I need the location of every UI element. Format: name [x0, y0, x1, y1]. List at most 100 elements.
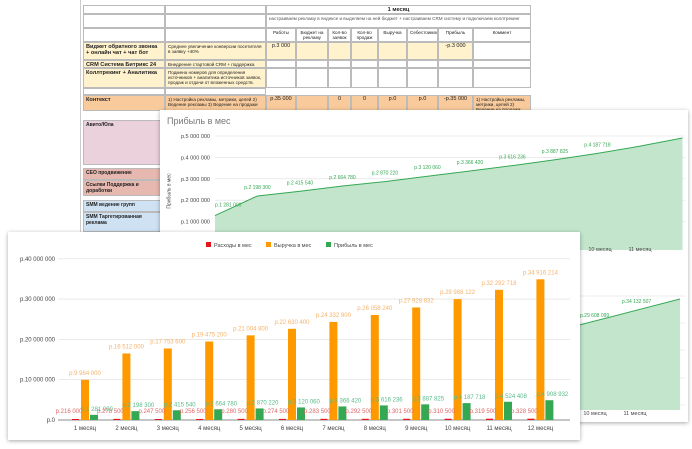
row-cell[interactable]: р.35 000 [266, 95, 296, 111]
sheet-cell[interactable] [83, 5, 165, 14]
column-header[interactable]: Себестоимость [407, 28, 438, 42]
row-cell[interactable] [438, 68, 473, 88]
row-cell[interactable] [328, 68, 351, 88]
bar-data-label: р.26 058 240 [357, 306, 393, 312]
row-cell[interactable] [351, 60, 378, 68]
x-tick-label: 5 месяц [240, 426, 263, 432]
area-data-label: р.3 887 825 [542, 149, 569, 155]
column-header[interactable]: Выручка [378, 28, 407, 42]
row-description[interactable]: Среднее увеличение конверсии посетителя … [165, 42, 266, 60]
bar-chart-card: р.0 р.10 000 000 р.20 000 000 р.30 000 000 р… [8, 232, 580, 440]
x-tick-label: 6 месяц [281, 426, 304, 432]
month-header[interactable]: 1 месяц [266, 5, 531, 14]
column-header[interactable]: Работы [266, 28, 296, 42]
row-description[interactable]: Внедрение стартовой CRM + поддержка [165, 60, 266, 68]
row-cell[interactable]: 1) Настройка рекламы, метрики, целей 2) … [473, 95, 531, 111]
legend-label: Прибыль в мес [334, 243, 373, 249]
row-cell[interactable] [438, 60, 473, 68]
bar-data-label: р.2 415 540 [164, 402, 196, 408]
row-description[interactable]: 1) Настройка рекламы, метрики, целей 2) … [165, 95, 266, 111]
row-cell[interactable] [296, 42, 328, 60]
row-cell[interactable] [473, 42, 531, 60]
row-name[interactable]: Виджет обратного звонка + онлайн чат + ч… [83, 42, 165, 60]
bar-1 [329, 321, 338, 420]
row-cell[interactable] [328, 60, 351, 68]
legend-label: Выручка в мес [274, 243, 312, 249]
bar-1 [412, 307, 421, 420]
legend-label: Расходы в мес [214, 243, 252, 249]
bar-data-label: р.319 500 [470, 409, 497, 415]
column-header[interactable]: Коммент [473, 28, 531, 42]
x-tick-label: 11 месяц [629, 247, 653, 253]
plan-text[interactable]: настраиваем рекламу в яндексе и выделяем… [266, 14, 531, 28]
sheet-cell[interactable] [83, 88, 165, 95]
area-data-label: р.3 120 060 [414, 165, 441, 171]
column-header[interactable]: Кол-во продаж [351, 28, 378, 42]
left-item[interactable]: СЕО продвижение [83, 168, 165, 180]
row-cell[interactable]: 0 [351, 95, 378, 111]
left-item[interactable]: SMM Таргетированная реклама [83, 212, 165, 232]
left-item[interactable]: Авито/Юла [83, 120, 165, 165]
bar-data-label: р.274 500 [263, 409, 290, 415]
row-cell[interactable] [473, 60, 531, 68]
sheet-cell[interactable] [165, 28, 266, 42]
row-cell[interactable] [351, 68, 378, 88]
row-cell[interactable] [266, 60, 296, 68]
sheet-cell[interactable] [83, 14, 165, 28]
row-cell[interactable] [378, 42, 407, 60]
row-cell[interactable]: р.0 [407, 95, 438, 111]
bar-data-label: р.278 500 [97, 409, 124, 415]
column-header[interactable]: Прибыль [438, 28, 473, 42]
row-cell[interactable] [266, 68, 296, 88]
sheet-cell[interactable] [83, 28, 165, 42]
row-cell[interactable] [351, 42, 378, 60]
row-cell[interactable] [378, 60, 407, 68]
left-item[interactable]: SMM ведение групп [83, 200, 165, 212]
y-tick-label: р.2 000 000 [181, 198, 210, 204]
row-cell[interactable]: -р.3 000 [438, 42, 473, 60]
row-cell[interactable] [407, 68, 438, 88]
row-cell[interactable] [328, 42, 351, 60]
bar-data-label: р.2 870 220 [247, 400, 279, 406]
row-cell[interactable]: -р.35 000 [438, 95, 473, 111]
row-cell[interactable]: 0 [328, 95, 351, 111]
row-cell[interactable] [378, 68, 407, 88]
bar-1 [246, 335, 255, 420]
area-data-label: р.3 616 236 [499, 155, 526, 161]
x-tick-label: 7 месяц [322, 426, 345, 432]
sheet-cell[interactable] [165, 88, 266, 95]
row-cell[interactable] [296, 60, 328, 68]
bar-2 [90, 414, 98, 420]
row-name[interactable]: CRM Система Битрикс 24 [83, 60, 165, 68]
sheet-cell[interactable] [165, 14, 266, 28]
row-cell[interactable] [407, 42, 438, 60]
row-cell[interactable] [296, 95, 328, 111]
row-name[interactable]: Коллтрекинг + Аналитика [83, 68, 165, 88]
row-cell[interactable] [473, 68, 531, 88]
x-tick-label: 12 месяц [528, 426, 554, 432]
row-cell[interactable]: р.0 [378, 95, 407, 111]
row-cell[interactable] [407, 60, 438, 68]
column-header[interactable]: Бюджет на рекламу [296, 28, 328, 42]
x-tick-label: 8 месяц [364, 426, 387, 432]
sheet-cell[interactable] [165, 5, 266, 14]
bar-0 [486, 418, 493, 420]
bar-1 [453, 299, 462, 420]
bar-1 [536, 279, 545, 420]
x-tick-label: 3 месяц [157, 426, 180, 432]
bar-data-label: р.32 292 718 [481, 281, 517, 287]
x-tick-label: 10 месяц [588, 247, 612, 253]
y-tick-label: р.3 000 000 [181, 177, 210, 183]
y-tick-label: р.5 000 000 [181, 134, 210, 140]
left-item[interactable]: Ссылки Поддержка и доработки [83, 180, 165, 196]
row-name[interactable]: Контекст [83, 95, 165, 111]
bar-1 [495, 289, 503, 420]
row-cell[interactable]: р.3 000 [266, 42, 296, 60]
row-description[interactable]: Подмена номеров для определения источник… [165, 68, 266, 88]
bar-data-label: р.34 916 214 [523, 270, 559, 276]
column-header[interactable]: Кол-во заявок [328, 28, 351, 42]
y-tick-label: р.40 000 000 [20, 257, 56, 263]
row-cell[interactable] [296, 68, 328, 88]
y-tick-label: р.1 000 000 [181, 220, 210, 226]
x-tick-label: 10 месяц [445, 426, 471, 432]
